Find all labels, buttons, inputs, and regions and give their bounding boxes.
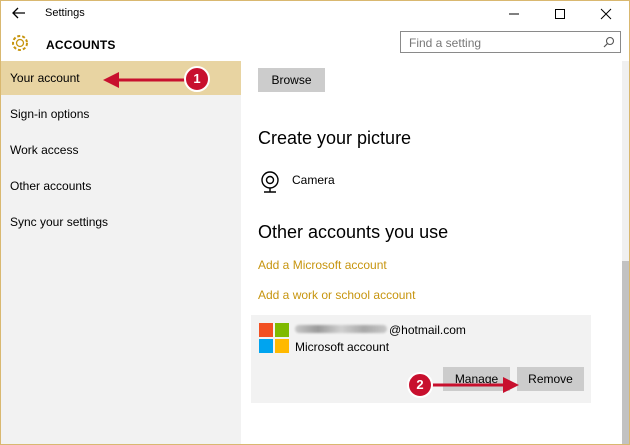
account-email: @hotmail.com	[389, 323, 466, 337]
add-microsoft-account-link[interactable]: Add a Microsoft account	[258, 258, 387, 272]
maximize-button[interactable]	[537, 1, 583, 27]
sidebar-item-other-accounts[interactable]: Other accounts	[1, 169, 241, 203]
email-redacted	[295, 325, 387, 333]
settings-header: ACCOUNTS	[1, 27, 629, 61]
minimize-button[interactable]	[491, 1, 537, 27]
close-button[interactable]	[583, 1, 629, 27]
sidebar: Your account Sign-in options Work access…	[1, 61, 241, 444]
search-input[interactable]	[407, 34, 601, 52]
sidebar-item-label: Your account	[10, 71, 80, 85]
close-icon	[600, 8, 612, 20]
page-title: ACCOUNTS	[46, 38, 116, 52]
sidebar-item-work-access[interactable]: Work access	[1, 133, 241, 167]
settings-window: Settings ACCOUNTS Your account	[0, 0, 630, 445]
window-title: Settings	[45, 7, 85, 19]
remove-button[interactable]: Remove	[517, 367, 584, 391]
browse-button[interactable]: Browse	[258, 68, 325, 92]
sidebar-item-label: Sync your settings	[10, 215, 109, 229]
scrollbar[interactable]	[622, 61, 629, 444]
camera-label: Camera	[292, 173, 335, 187]
microsoft-logo-icon	[259, 323, 289, 353]
annotation-arrow-2	[431, 377, 519, 393]
annotation-marker-2: 2	[407, 372, 433, 398]
scroll-thumb[interactable]	[622, 261, 629, 444]
camera-icon	[261, 171, 279, 193]
sidebar-item-sign-in-options[interactable]: Sign-in options	[1, 97, 241, 131]
create-picture-heading: Create your picture	[258, 128, 412, 148]
maximize-icon	[555, 9, 565, 19]
back-button[interactable]	[7, 3, 31, 23]
sidebar-item-label: Sign-in options	[10, 107, 90, 121]
other-accounts-heading: Other accounts you use	[258, 222, 449, 242]
add-work-account-link[interactable]: Add a work or school account	[258, 288, 415, 302]
search-icon[interactable]	[603, 36, 615, 48]
annotation-arrow-1	[103, 72, 189, 88]
annotation-marker-1: 1	[184, 66, 210, 92]
account-type: Microsoft account	[295, 340, 390, 354]
sidebar-item-sync-settings[interactable]: Sync your settings	[1, 205, 241, 239]
gear-icon	[12, 35, 28, 51]
sidebar-item-label: Work access	[10, 143, 79, 157]
camera-option[interactable]: Camera	[258, 169, 408, 199]
minimize-icon	[509, 13, 519, 15]
title-bar: Settings	[1, 1, 629, 27]
search-box[interactable]	[400, 31, 621, 53]
back-arrow-icon	[12, 7, 25, 19]
sidebar-item-label: Other accounts	[10, 179, 92, 193]
